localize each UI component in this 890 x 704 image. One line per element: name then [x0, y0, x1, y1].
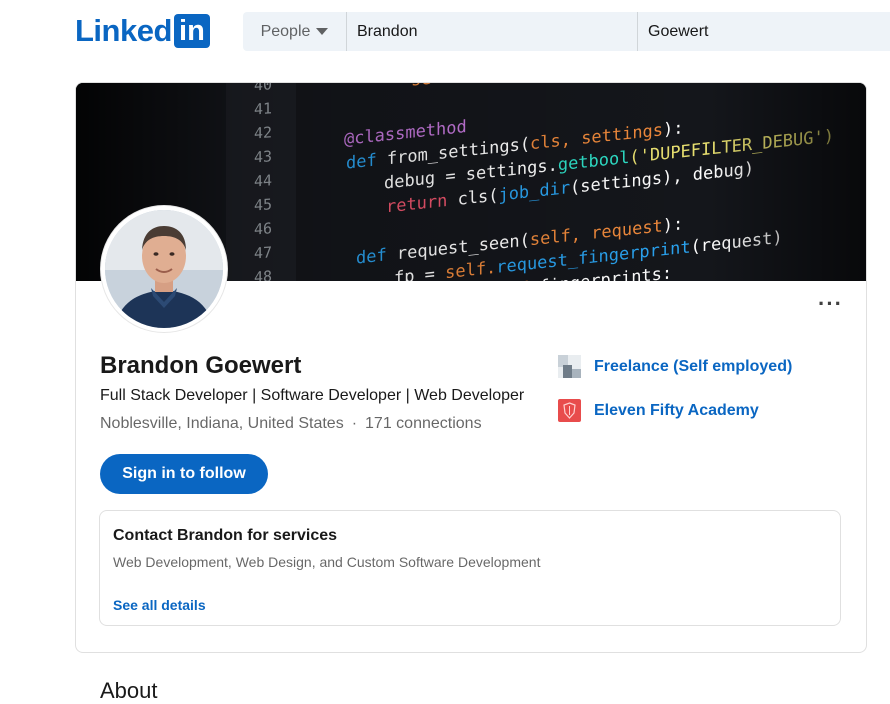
profile-headline: Full Stack Developer | Software Develope…	[100, 387, 525, 404]
sign-in-to-follow-button[interactable]: Sign in to follow	[100, 454, 268, 494]
services-description: Web Development, Web Design, and Custom …	[113, 554, 541, 570]
profile-location-line: Noblesville, Indiana, United States · 171 …	[100, 415, 482, 433]
search-category-select[interactable]: People	[243, 12, 347, 51]
people-search-bar: People Brandon Goewert	[243, 12, 890, 51]
logo-in-badge: in	[173, 14, 210, 48]
more-options-icon[interactable]: ···	[818, 293, 843, 315]
first-name-input[interactable]: Brandon	[347, 12, 638, 51]
experience-label: Eleven Fifty Academy	[594, 401, 759, 419]
services-card: Contact Brandon for services Web Develop…	[99, 510, 841, 626]
freelance-logo-icon	[558, 355, 581, 378]
linkedin-logo[interactable]: Linked in	[75, 14, 210, 48]
experience-label: Freelance (Self employed)	[594, 357, 793, 375]
logo-wordmark: Linked	[75, 13, 172, 48]
separator-dot: ·	[351, 415, 358, 432]
about-heading: About	[100, 678, 158, 703]
search-category-label: People	[260, 22, 311, 40]
profile-location: Noblesville, Indiana, United States	[100, 415, 344, 432]
see-all-details-link[interactable]: See all details	[113, 597, 206, 613]
services-title: Contact Brandon for services	[113, 527, 338, 544]
profile-photo	[105, 210, 223, 328]
profile-avatar[interactable]	[101, 206, 227, 332]
last-name-input[interactable]: Goewert	[638, 12, 890, 51]
experience-item-eleven-fifty[interactable]: Eleven Fifty Academy	[558, 399, 759, 422]
eleven-fifty-shield-icon	[558, 399, 581, 422]
chevron-down-icon	[316, 28, 329, 35]
experience-item-freelance[interactable]: Freelance (Self employed)	[558, 355, 792, 378]
profile-name: Brandon Goewert	[100, 352, 302, 379]
connections-count: 171 connections	[365, 415, 482, 432]
